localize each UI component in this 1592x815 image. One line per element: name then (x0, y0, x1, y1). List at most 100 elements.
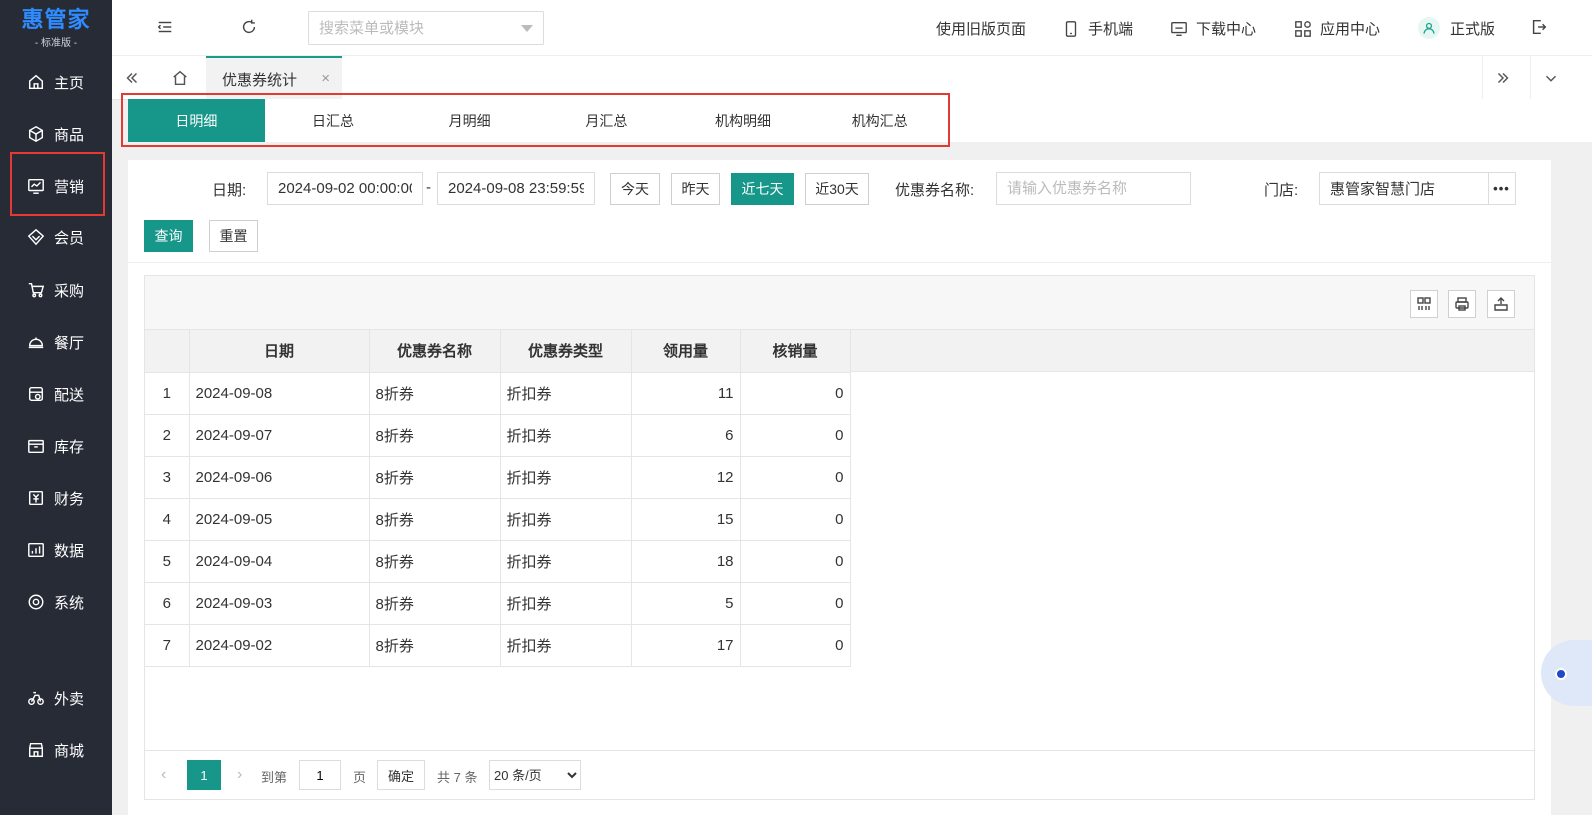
subtab-org-summary[interactable]: 机构汇总 (811, 99, 948, 142)
subtabs-strip (948, 99, 1592, 142)
download-center-label: 下载中心 (1196, 21, 1257, 38)
edition-link[interactable]: 正式版 (1418, 17, 1495, 39)
cell-coupon-name: 8折券 (369, 624, 501, 667)
inventory-icon (26, 436, 46, 456)
subtab-daily-detail[interactable]: 日明细 (128, 99, 265, 142)
sidebar-item-label: 采购 (54, 282, 85, 300)
sidebar-item-delivery[interactable]: 配送 (0, 368, 112, 420)
last-30-days-button[interactable]: 近30天 (805, 173, 869, 205)
current-page-button[interactable]: 1 (187, 760, 221, 790)
sidebar-item-restaurant[interactable]: 餐厅 (0, 316, 112, 368)
sidebar-item-system[interactable]: 系统 (0, 576, 112, 628)
sidebar-item-mall[interactable]: 商城 (0, 724, 112, 776)
data-grid: 日期 优惠券名称 优惠券类型 领用量 核销量 1 2024-09-08 8折券 … (144, 275, 1535, 800)
cell-index: 5 (145, 540, 190, 583)
table-row[interactable]: 1 2024-09-08 8折券 折扣券 11 0 (145, 372, 851, 415)
cell-index: 6 (145, 582, 190, 625)
sidebar-item-member[interactable]: 会员 (0, 211, 112, 263)
table-panel: 日期 优惠券名称 优惠券类型 领用量 核销量 1 2024-09-08 8折券 … (128, 263, 1551, 815)
sidebar-item-data[interactable]: 数据 (0, 524, 112, 576)
cell-coupon-type: 折扣券 (500, 498, 632, 541)
last-7-days-button[interactable]: 近七天 (731, 173, 794, 205)
sidebar-item-label: 配送 (54, 386, 85, 404)
bike-icon (26, 688, 46, 708)
subtab-daily-summary[interactable]: 日汇总 (265, 99, 402, 142)
collapse-menu-icon[interactable] (156, 18, 176, 38)
cell-date: 2024-09-08 (189, 372, 370, 415)
sidebar-item-label: 系统 (54, 594, 85, 612)
refresh-icon[interactable] (240, 18, 260, 38)
date-start-input[interactable] (267, 172, 423, 205)
col-date[interactable]: 日期 (189, 330, 370, 373)
home-tab-icon[interactable] (160, 56, 200, 99)
sidebar-item-home[interactable]: 主页 (0, 56, 112, 108)
subtab-monthly-summary[interactable]: 月汇总 (538, 99, 675, 142)
chevron-down-icon[interactable] (521, 25, 533, 32)
print-icon[interactable] (1448, 290, 1476, 318)
store-select[interactable] (1319, 172, 1489, 205)
cell-redeemed: 0 (740, 372, 851, 415)
tab-coupon-stats[interactable]: 优惠券统计 × (206, 56, 342, 100)
page-size-select[interactable]: 20 条/页 (489, 760, 581, 790)
date-end-input[interactable] (437, 172, 595, 205)
col-coupon-name[interactable]: 优惠券名称 (369, 330, 501, 373)
settings-icon (26, 592, 46, 612)
sidebar-item-label: 外卖 (54, 690, 85, 708)
apps-icon (1294, 20, 1312, 38)
logo[interactable]: 惠管家 - 标准版 - (0, 0, 112, 56)
search-input[interactable] (319, 19, 509, 37)
goto-confirm-button[interactable]: 确定 (377, 760, 425, 790)
cell-date: 2024-09-02 (189, 624, 370, 667)
cell-received: 18 (631, 540, 741, 583)
query-button[interactable]: 查询 (144, 220, 193, 252)
sidebar-item-inventory[interactable]: 库存 (0, 420, 112, 472)
old-version-link[interactable]: 使用旧版页面 (936, 18, 1026, 39)
download-center-link[interactable]: 下载中心 (1170, 18, 1256, 39)
tab-menu-chevron-icon[interactable] (1530, 56, 1570, 99)
sidebar-item-finance[interactable]: 财务 (0, 472, 112, 524)
table-row[interactable]: 3 2024-09-06 8折券 折扣券 12 0 (145, 456, 851, 499)
sidebar-item-purchase[interactable]: 采购 (0, 264, 112, 316)
table-row[interactable]: 6 2024-09-03 8折券 折扣券 5 0 (145, 582, 851, 625)
yesterday-button[interactable]: 昨天 (671, 173, 720, 205)
subtab-monthly-detail[interactable]: 月明细 (401, 99, 538, 142)
mobile-link[interactable]: 手机端 (1062, 18, 1133, 39)
export-icon[interactable] (1487, 290, 1515, 318)
today-button[interactable]: 今天 (610, 173, 660, 205)
table-row[interactable]: 7 2024-09-02 8折券 折扣券 17 0 (145, 624, 851, 667)
table-row[interactable]: 2 2024-09-07 8折券 折扣券 6 0 (145, 414, 851, 457)
app-center-link[interactable]: 应用中心 (1294, 18, 1380, 39)
cell-index: 3 (145, 456, 190, 499)
menu-search[interactable] (308, 11, 544, 45)
store-more-button[interactable]: ••• (1488, 172, 1516, 205)
finance-icon (26, 488, 46, 508)
col-received[interactable]: 领用量 (631, 330, 741, 373)
shop-icon (26, 740, 46, 760)
coupon-stats-table: 日期 优惠券名称 优惠券类型 领用量 核销量 1 2024-09-08 8折券 … (145, 330, 851, 667)
cell-date: 2024-09-04 (189, 540, 370, 583)
columns-icon[interactable] (1410, 290, 1438, 318)
scroll-tabs-right-icon[interactable] (1482, 56, 1522, 99)
col-redeemed[interactable]: 核销量 (740, 330, 851, 373)
col-coupon-type[interactable]: 优惠券类型 (500, 330, 632, 373)
pagination: ‹ 1 › 到第 页 确定 共 7 条 20 条/页 (145, 750, 1534, 800)
scroll-tabs-left-icon[interactable] (112, 56, 152, 99)
subtab-org-detail[interactable]: 机构明细 (675, 99, 812, 142)
cell-date: 2024-09-03 (189, 582, 370, 625)
grid-toolbar (145, 276, 1534, 330)
prev-page-icon[interactable]: ‹ (161, 766, 177, 786)
table-row[interactable]: 5 2024-09-04 8折券 折扣券 18 0 (145, 540, 851, 583)
table-row[interactable]: 4 2024-09-05 8折券 折扣券 15 0 (145, 498, 851, 541)
monitor-icon (1170, 20, 1188, 38)
cell-redeemed: 0 (740, 498, 851, 541)
goto-page-input[interactable] (299, 760, 341, 790)
mobile-label: 手机端 (1088, 21, 1134, 38)
coupon-name-input[interactable] (996, 172, 1191, 205)
reset-button[interactable]: 重置 (209, 220, 258, 252)
sidebar-item-takeout[interactable]: 外卖 (0, 672, 112, 724)
next-page-icon[interactable]: › (237, 766, 253, 786)
logout-icon[interactable] (1530, 18, 1550, 38)
col-index (145, 330, 190, 373)
coupon-name-label: 优惠券名称: (895, 182, 975, 199)
close-icon[interactable]: × (321, 70, 330, 87)
